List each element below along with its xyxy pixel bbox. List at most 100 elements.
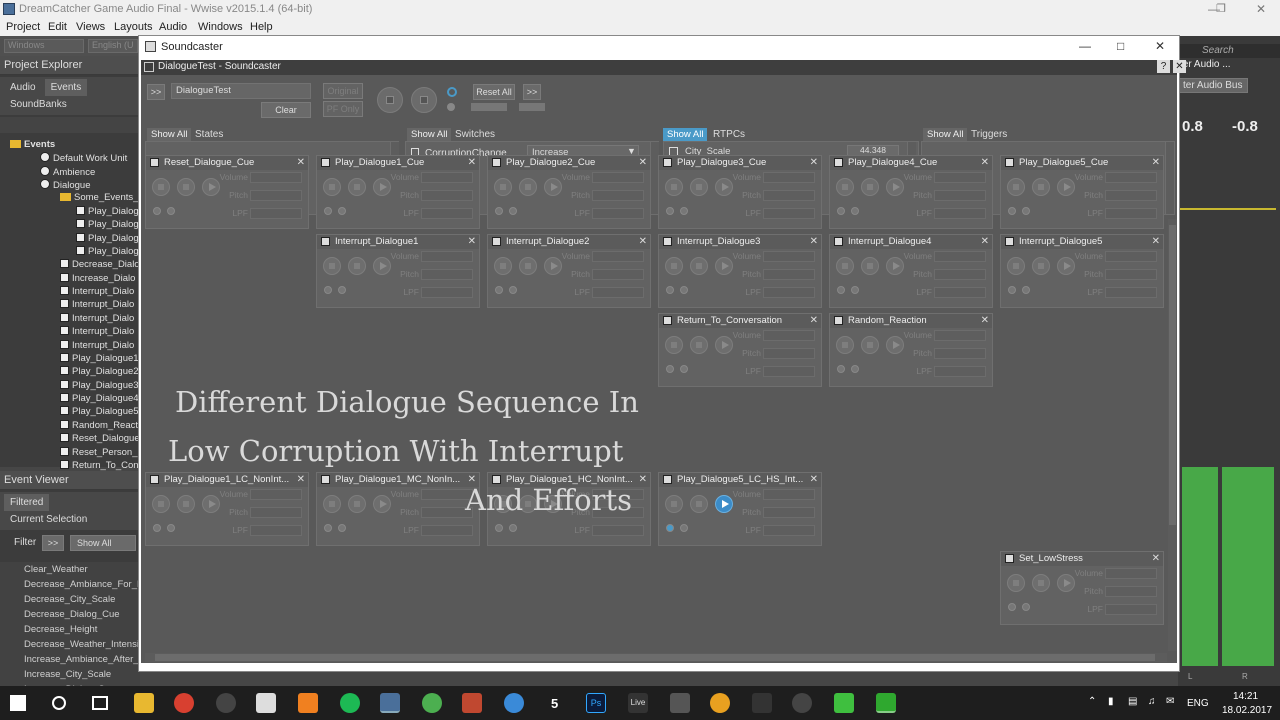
event-viewer-item[interactable]: Decrease_Weather_Intensi xyxy=(0,637,140,652)
stop-button[interactable] xyxy=(836,336,854,354)
tree-item[interactable]: Play_Dialogue2 xyxy=(60,366,139,377)
tree-item[interactable]: Play_Dialogue4 xyxy=(60,393,139,404)
stop-button[interactable] xyxy=(323,495,341,513)
param-slider-volume[interactable] xyxy=(250,172,302,183)
mute-icon[interactable] xyxy=(680,365,688,373)
mute-icon[interactable] xyxy=(509,207,517,215)
close-tile-icon[interactable]: ✕ xyxy=(297,473,305,487)
tree-item[interactable]: Increase_Dialo xyxy=(60,272,135,284)
loop-icon[interactable] xyxy=(666,365,674,373)
tree-item[interactable]: Interrupt_Dialo xyxy=(60,339,134,351)
param-slider-pitch[interactable] xyxy=(934,348,986,359)
loop-icon[interactable] xyxy=(324,286,332,294)
tiles-scrollbar-vertical[interactable] xyxy=(1168,219,1177,651)
param-slider-pitch[interactable] xyxy=(421,269,473,280)
tree-item[interactable]: Reset_Dialogue xyxy=(60,433,140,444)
param-slider-pitch[interactable] xyxy=(1105,586,1157,597)
close-tile-icon[interactable]: ✕ xyxy=(810,235,818,249)
tree-item[interactable]: Interrupt_Dialo xyxy=(60,286,134,297)
play-button[interactable] xyxy=(886,336,904,354)
play-button[interactable] xyxy=(373,178,391,196)
minimize-icon[interactable]: — xyxy=(1079,39,1091,53)
close-icon[interactable]: ✕ xyxy=(1155,39,1165,53)
bus-select[interactable]: ter Audio Bus xyxy=(1178,78,1248,93)
param-slider-lpf[interactable] xyxy=(421,525,473,536)
param-slider-lpf[interactable] xyxy=(421,208,473,219)
play-button[interactable] xyxy=(202,178,220,196)
play-button[interactable] xyxy=(715,336,733,354)
close-tile-icon[interactable]: ✕ xyxy=(1152,235,1160,249)
param-slider-lpf[interactable] xyxy=(934,208,986,219)
triggers-scrollbar[interactable] xyxy=(1165,142,1174,214)
pause-button[interactable] xyxy=(177,495,195,513)
pause-button[interactable] xyxy=(348,178,366,196)
app2-icon[interactable] xyxy=(710,693,730,713)
play-button[interactable] xyxy=(373,257,391,275)
volume-icon[interactable]: ♫ xyxy=(1148,696,1156,707)
stop-button[interactable] xyxy=(836,178,854,196)
stop-button[interactable] xyxy=(323,257,341,275)
param-slider-lpf[interactable] xyxy=(592,525,644,536)
shield-icon[interactable] xyxy=(752,693,772,713)
menu-help[interactable]: Help xyxy=(250,21,273,33)
loop-icon[interactable] xyxy=(495,286,503,294)
stop-button[interactable] xyxy=(152,495,170,513)
loop-icon[interactable] xyxy=(1008,603,1016,611)
mute-icon[interactable] xyxy=(338,207,346,215)
stop-button[interactable] xyxy=(665,257,683,275)
loop-icon[interactable] xyxy=(666,286,674,294)
pause-button[interactable] xyxy=(519,257,537,275)
pause-button[interactable] xyxy=(690,257,708,275)
wwise-taskbar-icon[interactable] xyxy=(380,693,400,713)
param-slider-volume[interactable] xyxy=(421,172,473,183)
param-slider-lpf[interactable] xyxy=(592,208,644,219)
tab-current-selection[interactable]: Current Selection xyxy=(4,511,93,528)
tree-item[interactable]: Random_Reacti xyxy=(60,419,140,431)
pause-button[interactable] xyxy=(1032,574,1050,592)
close-tile-icon[interactable]: ✕ xyxy=(810,473,818,487)
param-slider-pitch[interactable] xyxy=(763,348,815,359)
param-slider-lpf[interactable] xyxy=(763,366,815,377)
pause-button[interactable] xyxy=(861,178,879,196)
param-slider-lpf[interactable] xyxy=(1105,287,1157,298)
play-button[interactable] xyxy=(715,495,733,513)
play-button[interactable] xyxy=(886,257,904,275)
param-slider-volume[interactable] xyxy=(1105,251,1157,262)
close-tile-icon[interactable]: ✕ xyxy=(981,156,989,170)
param-slider-pitch[interactable] xyxy=(763,507,815,518)
menu-views[interactable]: Views xyxy=(76,21,105,33)
param-slider-lpf[interactable] xyxy=(421,287,473,298)
search-field[interactable]: Search xyxy=(1178,44,1280,58)
filter-select[interactable]: Show All xyxy=(70,535,136,551)
tree-item[interactable]: Events xyxy=(10,139,55,150)
param-slider-pitch[interactable] xyxy=(421,190,473,201)
maximize-icon[interactable]: □ xyxy=(1117,39,1124,53)
mute-icon[interactable] xyxy=(1022,207,1030,215)
loop-icon[interactable] xyxy=(837,286,845,294)
play-button[interactable] xyxy=(1057,574,1075,592)
mute-icon[interactable] xyxy=(167,524,175,532)
param-slider-lpf[interactable] xyxy=(1105,208,1157,219)
tree-item[interactable]: Play_Dialog xyxy=(76,245,139,257)
param-slider-volume[interactable] xyxy=(763,489,815,500)
layout-select[interactable]: Windows xyxy=(4,39,84,53)
event-viewer-item[interactable]: Clear_Weather xyxy=(0,562,140,577)
menu-project[interactable]: Project xyxy=(6,21,40,33)
camtasia2-icon[interactable] xyxy=(876,693,896,713)
tiles-scrollbar-horizontal[interactable] xyxy=(145,653,1167,662)
stop-button[interactable] xyxy=(836,257,854,275)
play-button[interactable] xyxy=(544,257,562,275)
param-slider-volume[interactable] xyxy=(592,251,644,262)
close-tile-icon[interactable]: ✕ xyxy=(468,235,476,249)
param-slider-volume[interactable] xyxy=(934,251,986,262)
media-icon[interactable] xyxy=(462,693,482,713)
pause-button[interactable] xyxy=(348,257,366,275)
camtasia-icon[interactable] xyxy=(834,693,854,713)
file-explorer-icon[interactable] xyxy=(134,693,154,713)
app3-icon[interactable] xyxy=(792,693,812,713)
loop-icon[interactable] xyxy=(324,524,332,532)
param-slider-volume[interactable] xyxy=(763,251,815,262)
close-session-icon[interactable]: ✕ xyxy=(1173,60,1186,73)
param-slider-lpf[interactable] xyxy=(763,287,815,298)
tree-item[interactable]: Play_Dialogue5 xyxy=(60,406,139,417)
